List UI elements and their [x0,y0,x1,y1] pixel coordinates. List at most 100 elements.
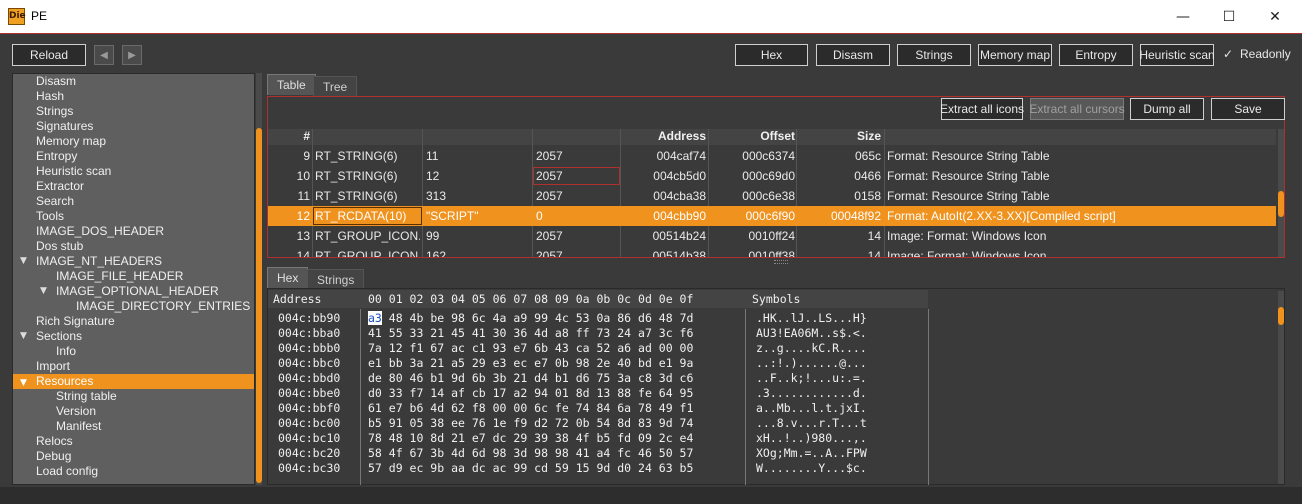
tree-item-image-dos-header[interactable]: IMAGE_DOS_HEADER [36,224,164,239]
tree-item-strings[interactable]: Strings [36,104,73,119]
maximize-button[interactable]: ☐ [1206,0,1252,33]
tree-item-memory-map[interactable]: Memory map [36,134,106,149]
expand-icon[interactable]: ▼ [20,256,27,266]
hex-symbols[interactable]: XOg;Mm.=..A..FPW [756,446,867,461]
readonly-checkbox[interactable]: ✓ [1223,47,1233,61]
hex-bytes[interactable]: b5 91 05 38 ee 76 1e f9 d2 72 0b 54 8d 8… [368,416,693,431]
hex-symbols[interactable]: ...8.v...r.T...t [756,416,867,431]
table-scrollbar-thumb[interactable] [1278,191,1284,217]
tab-tree[interactable]: Tree [313,76,358,97]
tree-scrollbar[interactable] [256,73,262,485]
content-pane: Table Tree Extract all icons Extract all… [264,73,1289,485]
tree-item-sections[interactable]: Sections [36,329,82,344]
tree-item-rich-signature[interactable]: Rich Signature [36,314,115,329]
hex-cursor-byte[interactable]: a3 [368,311,382,325]
tree-item-image-nt-headers[interactable]: IMAGE_NT_HEADERS [36,254,162,269]
hex-symbols[interactable]: .3............d. [756,386,867,401]
expand-icon[interactable]: ▼ [20,376,27,391]
tree-item-load-config[interactable]: Load config [36,464,98,479]
tree-item-search[interactable]: Search [36,194,74,209]
hex-bytes[interactable]: 41 55 33 21 45 41 30 36 4d a8 ff 73 24 a… [368,326,693,341]
row-index: 9 [303,149,310,163]
row-lang: 2057 [536,249,563,257]
tree-item-info[interactable]: Info [56,344,76,359]
tree-item-entropy[interactable]: Entropy [36,149,77,164]
save-button[interactable]: Save [1211,98,1285,120]
row-offset: 0010ff38 [748,249,796,257]
tab-hex[interactable]: Hex [267,267,309,288]
table-scrollbar[interactable] [1278,129,1284,257]
strings-button[interactable]: Strings [897,44,971,66]
tree-item-dos-stub[interactable]: Dos stub [36,239,83,254]
hex-bytes[interactable]: de 80 46 b1 9d 6b 3b 21 d4 b1 d6 75 3a c… [368,371,693,386]
tree-item-disasm[interactable]: Disasm [36,74,76,89]
extract-all-cursors-button[interactable]: Extract all cursors [1029,98,1125,120]
hex-bytes[interactable]: 57 d9 ec 9b aa dc ac 99 cd 59 15 9d d0 2… [368,461,693,476]
tree-item-import[interactable]: Import [36,359,70,374]
tree-item-relocs[interactable]: Relocs [36,434,73,449]
splitter-handle[interactable] [774,260,788,264]
table-row[interactable]: 11 RT_STRING(6) 313 2057 004cba38 000c6e… [268,186,1276,206]
back-button[interactable]: ◀ [94,45,114,65]
hex-bytes[interactable]: 61 e7 b6 4d 62 f8 00 00 6c fe 74 84 6a 7… [368,401,693,416]
tab-table[interactable]: Table [267,74,316,95]
hex-bytes[interactable]: 58 4f 67 3b 4d 6d 98 3d 98 98 41 a4 fc 4… [368,446,693,461]
tree-item-debug[interactable]: Debug [36,449,71,464]
hex-symbols[interactable]: W........Y...$c. [756,461,867,476]
table-row[interactable]: 10 RT_STRING(6) 12 2057 004cb5d0 000c69d… [268,166,1276,186]
memory-map-button[interactable]: Memory map [978,44,1052,66]
tree-item-tools[interactable]: Tools [36,209,64,224]
hex-symbols[interactable]: xH..!..)980...,. [756,431,867,446]
hex-bytes[interactable]: 7a 12 f1 67 ac c1 93 e7 6b 43 ca 52 a6 a… [368,341,693,356]
hex-symbols[interactable]: a..Mb...l.t.jxI. [756,401,867,416]
tree-item-image-optional-header[interactable]: IMAGE_OPTIONAL_HEADER [56,284,219,299]
table-row[interactable]: 13 RT_GROUP_ICON... 99 2057 00514b24 001… [268,226,1276,246]
tree-item-signatures[interactable]: Signatures [36,119,93,134]
hex-symbols[interactable]: ..:!.)......@... [756,356,867,371]
hex-bytes[interactable]: a3 48 4b be 98 6c 4a a9 99 4c 53 0a 86 d… [368,311,693,326]
hex-divider [745,309,746,485]
tree-item-extractor[interactable]: Extractor [36,179,84,194]
close-button[interactable]: ✕ [1252,0,1298,33]
table-row[interactable]: 9 RT_STRING(6) 11 2057 004caf74 000c6374… [268,146,1276,166]
hex-header-symbols: Symbols [752,292,801,306]
expand-icon[interactable]: ▼ [20,331,27,341]
tree-item-image-directory-entries[interactable]: IMAGE_DIRECTORY_ENTRIES [76,299,250,314]
hex-scrollbar[interactable] [1278,291,1284,484]
tree-item-manifest[interactable]: Manifest [56,419,101,434]
hex-symbols[interactable]: z..g....kC.R.... [756,341,867,356]
hex-bytes[interactable]: 78 48 10 8d 21 e7 dc 29 39 38 4f b5 fd 0… [368,431,693,446]
heuristic-scan-button[interactable]: Heuristic scan [1139,44,1215,66]
hex-bytes[interactable]: d0 33 f7 14 af cb 17 a2 94 01 8d 13 88 f… [368,386,693,401]
hex-button[interactable]: Hex [735,44,808,66]
dump-all-button[interactable]: Dump all [1130,98,1204,120]
hex-symbols[interactable]: AU3!EA06M..s$.<. [756,326,867,341]
extract-all-icons-button[interactable]: Extract all icons [940,98,1024,120]
hex-bytes[interactable]: e1 bb 3a 21 a5 29 e3 ec e7 0b 98 2e 40 b… [368,356,693,371]
entropy-button[interactable]: Entropy [1059,44,1133,66]
disasm-button[interactable]: Disasm [816,44,890,66]
minimize-button[interactable]: — [1160,0,1206,33]
tree-item-string-table[interactable]: String table [56,389,117,404]
hex-scrollbar-thumb[interactable] [1278,307,1284,325]
hex-symbols[interactable]: .HK..lJ..LS...H} [756,311,867,326]
row-size: 14 [867,229,881,243]
expand-icon[interactable]: ▼ [40,286,47,296]
reload-button[interactable]: Reload [12,44,86,66]
table-row[interactable]: 14 RT_GROUP_ICON... 162 2057 00514b38 00… [268,246,1276,257]
tree-item-hash[interactable]: Hash [36,89,64,104]
tab-strings[interactable]: Strings [307,269,365,290]
tree-scrollbar-thumb[interactable] [256,128,262,483]
hex-address: 004c:bbf0 [278,401,341,415]
hex-panel: Address 00 01 02 03 04 05 06 07 08 09 0a… [267,288,1285,485]
row-index: 11 [297,189,310,203]
tree-item-resources-row[interactable]: ▼ Resources [13,374,254,391]
forward-button[interactable]: ▶ [122,45,142,65]
row-lang: 2057 [536,149,563,163]
row-offset: 000c69d0 [742,169,795,183]
tree-item-version[interactable]: Version [56,404,96,419]
row-name: 11 [426,149,439,163]
tree-item-heuristic-scan[interactable]: Heuristic scan [36,164,111,179]
tree-item-image-file-header[interactable]: IMAGE_FILE_HEADER [56,269,183,284]
hex-symbols[interactable]: ..F..k;!...u:.=. [756,371,867,386]
